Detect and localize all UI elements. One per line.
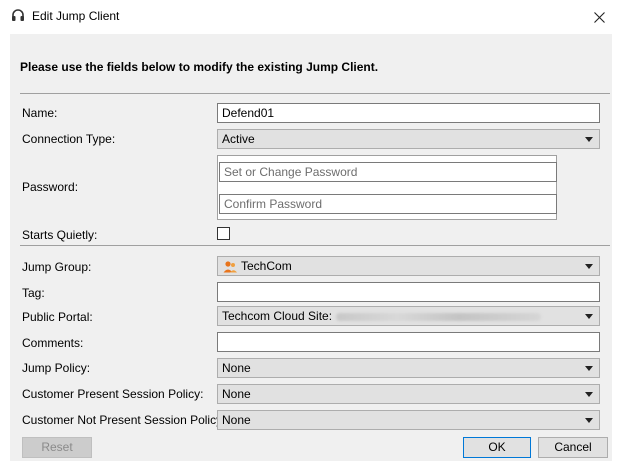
title-bar: Edit Jump Client bbox=[0, 0, 622, 34]
jump-policy-select[interactable]: None bbox=[217, 358, 600, 378]
close-button[interactable] bbox=[576, 0, 622, 34]
starts-quietly-label: Starts Quietly: bbox=[22, 228, 98, 242]
password-group: Set or Change Password Confirm Password bbox=[217, 155, 557, 220]
reset-button[interactable]: Reset bbox=[22, 437, 92, 458]
chevron-down-icon bbox=[585, 392, 593, 397]
chevron-down-icon bbox=[585, 264, 593, 269]
starts-quietly-checkbox[interactable] bbox=[217, 227, 230, 240]
chevron-down-icon bbox=[585, 137, 593, 142]
tag-label: Tag: bbox=[22, 286, 45, 300]
comments-input[interactable] bbox=[217, 332, 600, 352]
ok-button[interactable]: OK bbox=[463, 437, 531, 458]
redacted-url bbox=[336, 312, 542, 321]
group-icon bbox=[222, 260, 238, 274]
present-policy-label: Customer Present Session Policy: bbox=[22, 387, 204, 401]
divider bbox=[20, 245, 610, 246]
present-policy-select[interactable]: None bbox=[217, 384, 600, 404]
intro-text: Please use the fields below to modify th… bbox=[20, 60, 379, 74]
password-label: Password: bbox=[22, 180, 79, 194]
jump-policy-value: None bbox=[222, 361, 251, 375]
connection-type-value: Active bbox=[222, 132, 255, 146]
connection-type-select[interactable]: Active bbox=[217, 129, 600, 149]
name-input[interactable]: Defend01 bbox=[217, 103, 600, 123]
jump-policy-label: Jump Policy: bbox=[22, 361, 91, 375]
chevron-down-icon bbox=[585, 314, 593, 319]
dialog-body: Please use the fields below to modify th… bbox=[10, 34, 612, 461]
public-portal-select[interactable]: Techcom Cloud Site: bbox=[217, 306, 600, 326]
jump-group-value: TechCom bbox=[241, 259, 292, 273]
jump-group-select[interactable]: TechCom bbox=[217, 256, 600, 276]
name-label: Name: bbox=[22, 106, 58, 120]
public-portal-value: Techcom Cloud Site: bbox=[222, 309, 333, 323]
password-input[interactable]: Set or Change Password bbox=[219, 162, 557, 182]
cancel-button[interactable]: Cancel bbox=[538, 437, 608, 458]
not-present-policy-value: None bbox=[222, 413, 251, 427]
confirm-password-input[interactable]: Confirm Password bbox=[219, 194, 557, 214]
chevron-down-icon bbox=[585, 418, 593, 423]
window-title: Edit Jump Client bbox=[32, 9, 120, 23]
not-present-policy-select[interactable]: None bbox=[217, 410, 600, 430]
not-present-policy-label: Customer Not Present Session Policy: bbox=[22, 413, 226, 427]
public-portal-label: Public Portal: bbox=[22, 310, 93, 324]
chevron-down-icon bbox=[585, 366, 593, 371]
divider bbox=[20, 93, 610, 94]
comments-label: Comments: bbox=[22, 336, 84, 350]
connection-type-label: Connection Type: bbox=[22, 132, 116, 146]
present-policy-value: None bbox=[222, 387, 251, 401]
jump-group-label: Jump Group: bbox=[22, 260, 92, 274]
headset-icon bbox=[10, 8, 26, 24]
close-icon bbox=[593, 11, 605, 23]
tag-input[interactable] bbox=[217, 282, 600, 302]
